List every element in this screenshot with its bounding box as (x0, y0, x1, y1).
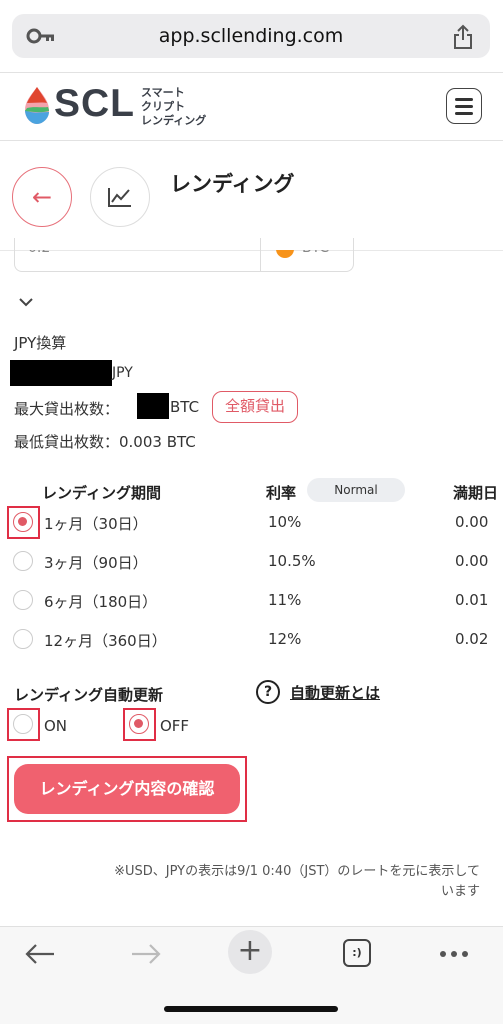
url-text: app.scllending.com (158, 25, 344, 47)
col-rate: 利率 (266, 484, 297, 502)
divider (0, 140, 503, 141)
max-label: 最大貸出枚数： (14, 400, 120, 418)
radio-1month[interactable] (13, 512, 33, 532)
rate-type-badge: Normal (307, 478, 405, 502)
period-label: 6ヶ月（180日） (44, 593, 158, 611)
rate-value: 11% (268, 591, 302, 609)
logo-icon (25, 87, 49, 124)
redacted-value (137, 393, 169, 419)
redacted-value (10, 360, 112, 386)
tagline-line: レンディング (141, 114, 207, 127)
full-amount-button[interactable]: 全額貸出 (212, 391, 298, 423)
tagline-line: スマート (141, 86, 185, 99)
col-period: レンディング期間 (42, 484, 161, 502)
period-label: 1ヶ月（30日） (44, 515, 148, 533)
off-label: OFF (160, 717, 190, 735)
radio-auto-off[interactable] (129, 714, 149, 734)
radio-3month[interactable] (13, 551, 33, 571)
page-title: レンディング (170, 172, 295, 196)
radio-6month[interactable] (13, 590, 33, 610)
rate-note: ※USD、JPYの表示は9/1 0:40（JST）のレートを元に表示して います (20, 862, 480, 902)
jpy-unit: JPY (112, 365, 133, 381)
menu-button[interactable] (446, 88, 482, 124)
share-icon[interactable] (452, 24, 474, 50)
maturity-value: 0.00 (455, 552, 489, 570)
back-arrow-icon[interactable] (24, 942, 56, 966)
brand-logo[interactable]: SCL (54, 82, 135, 126)
forward-arrow-icon[interactable] (130, 942, 162, 966)
address-bar[interactable]: app.scllending.com (12, 14, 490, 58)
menu-icon (455, 105, 473, 108)
brand-tagline: スマート クリプト レンディング (141, 86, 206, 128)
jpy-label: JPY換算 (14, 334, 67, 352)
tabs-icon[interactable]: :) (343, 939, 371, 967)
maturity-value: 0.00 (455, 513, 489, 531)
home-indicator (164, 1006, 338, 1012)
maturity-value: 0.01 (455, 591, 489, 609)
max-unit: BTC (170, 398, 200, 416)
col-maturity: 満期日 (453, 484, 499, 502)
chevron-down-icon[interactable] (18, 296, 34, 308)
new-tab-button[interactable]: + (228, 930, 272, 974)
radio-12month[interactable] (13, 629, 33, 649)
rate-value: 10.5% (268, 552, 316, 570)
menu-icon (455, 112, 473, 115)
confirm-lending-button[interactable]: レンディング内容の確認 (14, 764, 240, 814)
help-icon[interactable]: ? (256, 680, 280, 704)
auto-update-help-link[interactable]: 自動更新とは (290, 682, 380, 703)
note-line: ※USD、JPYの表示は9/1 0:40（JST）のレートを元に表示して (114, 864, 480, 879)
on-label: ON (44, 717, 68, 735)
arrow-left-icon: ← (31, 183, 53, 211)
chart-icon (108, 188, 131, 207)
menu-icon (455, 98, 473, 101)
min-amount-text: 最低貸出枚数：0.003 BTC (14, 433, 196, 451)
rate-value: 12% (268, 630, 302, 648)
chart-button[interactable] (90, 167, 150, 227)
period-label: 3ヶ月（90日） (44, 554, 148, 572)
period-label: 12ヶ月（360日） (44, 632, 167, 650)
radio-auto-on[interactable] (13, 714, 33, 734)
tagline-line: クリプト (141, 100, 185, 113)
more-icon[interactable] (439, 950, 469, 958)
auto-update-label: レンディング自動更新 (14, 686, 163, 704)
back-button[interactable]: ← (12, 167, 72, 227)
divider (0, 72, 503, 73)
note-line: います (440, 884, 480, 899)
divider (260, 238, 261, 272)
rate-value: 10% (268, 513, 302, 531)
maturity-value: 0.02 (455, 630, 489, 648)
